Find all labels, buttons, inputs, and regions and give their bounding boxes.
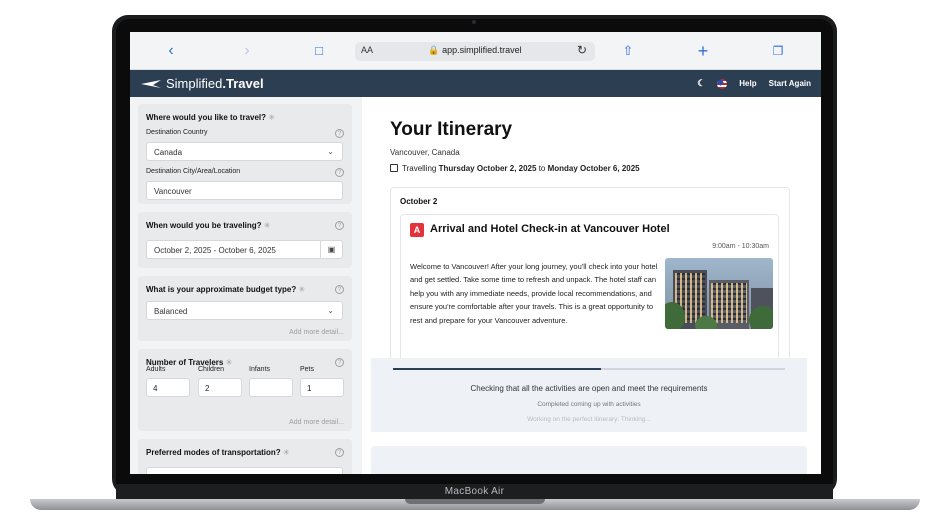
help-icon[interactable]: ? xyxy=(335,129,344,138)
country-select[interactable]: Canada ⌄ xyxy=(146,142,343,161)
infants-input[interactable] xyxy=(249,378,293,397)
new-tab-icon[interactable]: + xyxy=(695,41,711,61)
infants-label: Infants xyxy=(249,366,271,373)
plane-logo-icon[interactable] xyxy=(140,76,162,90)
hotel-photo xyxy=(665,258,773,329)
dates-card: When would you be traveling? ✳ ? October… xyxy=(138,212,352,268)
chevron-down-icon: ⌄ xyxy=(327,147,334,156)
back-icon[interactable]: ‹ xyxy=(164,41,178,61)
calendar-icon[interactable]: ▣ xyxy=(320,241,342,258)
share-icon[interactable]: ⇧ xyxy=(620,41,636,61)
pets-label: Pets xyxy=(300,366,315,373)
us-flag-icon[interactable] xyxy=(717,78,728,89)
forward-icon[interactable]: › xyxy=(240,41,254,61)
budget-select[interactable]: Balanced ⌄ xyxy=(146,301,343,320)
trip-form-panel: Where would you like to travel? ✳ Destin… xyxy=(130,97,362,474)
progress-status: Checking that all the activities are ope… xyxy=(470,384,708,393)
url-text: app.simplified.travel xyxy=(442,45,522,55)
city-input[interactable]: Vancouver xyxy=(146,181,343,200)
pets-input[interactable]: 1 xyxy=(300,378,344,397)
help-icon[interactable]: ? xyxy=(335,285,344,294)
device-label: MacBook Air xyxy=(444,486,505,497)
destination-card: Where would you like to travel? ✳ Destin… xyxy=(138,104,352,204)
app-header: Simplified.Travel ☾ Help Start Again xyxy=(130,70,821,97)
adults-input[interactable]: 4 xyxy=(146,378,190,397)
itinerary-location: Vancouver, Canada xyxy=(390,148,460,157)
progress-completed-step: Completed coming up with activities xyxy=(537,401,641,408)
screen: ‹ › □ AA 🔒 app.simplified.travel ↻ ⇧ + ❐… xyxy=(130,32,821,474)
start-again-link[interactable]: Start Again xyxy=(769,79,811,88)
brand-logo[interactable]: Simplified.Travel xyxy=(166,76,264,91)
itinerary-title: Your Itinerary xyxy=(390,119,513,140)
transport-card: Preferred modes of transportation? ✳ ? xyxy=(138,439,352,474)
activity-badge: A xyxy=(410,223,424,237)
camera-icon xyxy=(472,20,476,24)
budget-card: What is your approximate budget type? ✳ … xyxy=(138,276,352,341)
adults-label: Adults xyxy=(146,366,166,373)
add-more-detail-link[interactable]: Add more detail... xyxy=(289,329,344,336)
laptop-notch xyxy=(405,499,545,504)
add-more-detail-link[interactable]: Add more detail... xyxy=(289,419,344,426)
tabs-icon[interactable]: ❐ xyxy=(770,41,786,61)
city-label: Destination City/Area/Location xyxy=(146,168,241,175)
address-bar[interactable]: AA 🔒 app.simplified.travel ↻ xyxy=(355,42,595,61)
dates-title: When would you be traveling? xyxy=(146,221,262,230)
activity-title: Arrival and Hotel Check-in at Vancouver … xyxy=(430,223,670,235)
budget-title: What is your approximate budget type? xyxy=(146,285,297,294)
help-link[interactable]: Help xyxy=(739,79,756,88)
reload-icon[interactable]: ↻ xyxy=(577,43,587,57)
browser-toolbar: ‹ › □ AA 🔒 app.simplified.travel ↻ ⇧ + ❐ xyxy=(130,32,821,70)
day-label: October 2 xyxy=(400,197,438,206)
book-icon[interactable]: □ xyxy=(310,41,328,61)
help-icon[interactable]: ? xyxy=(335,221,344,230)
laptop-chin: MacBook Air xyxy=(116,484,833,499)
children-label: Children xyxy=(198,366,225,373)
transport-select[interactable] xyxy=(146,467,343,474)
itinerary-dates: Travelling Thursday October 2, 2025 to M… xyxy=(390,164,640,173)
next-card xyxy=(371,446,807,474)
chevron-down-icon: ⌄ xyxy=(327,306,334,315)
destination-title: Where would you like to travel? xyxy=(146,113,267,122)
calendar-icon xyxy=(390,164,398,172)
activity-time: 9:00am - 10:30am xyxy=(712,243,769,250)
dark-mode-icon[interactable]: ☾ xyxy=(697,78,705,89)
children-input[interactable]: 2 xyxy=(198,378,242,397)
transport-title: Preferred modes of transportation? xyxy=(146,448,281,457)
country-label: Destination Country xyxy=(146,129,208,136)
help-icon[interactable]: ? xyxy=(335,448,344,457)
laptop-frame: ‹ › □ AA 🔒 app.simplified.travel ↻ ⇧ + ❐… xyxy=(0,0,950,530)
progress-panel: Checking that all the activities are ope… xyxy=(371,358,807,432)
progress-bar xyxy=(393,368,785,370)
progress-current-step: Working on the perfect itinerary: Thinki… xyxy=(527,416,651,423)
help-icon[interactable]: ? xyxy=(335,358,344,367)
activity-description: Welcome to Vancouver! After your long jo… xyxy=(410,262,658,325)
help-icon[interactable]: ? xyxy=(335,168,344,177)
date-range-input[interactable]: October 2, 2025 - October 6, 2025 ▣ xyxy=(146,240,343,259)
progress-bar-fill xyxy=(393,368,601,370)
lock-icon: 🔒 xyxy=(428,45,440,55)
